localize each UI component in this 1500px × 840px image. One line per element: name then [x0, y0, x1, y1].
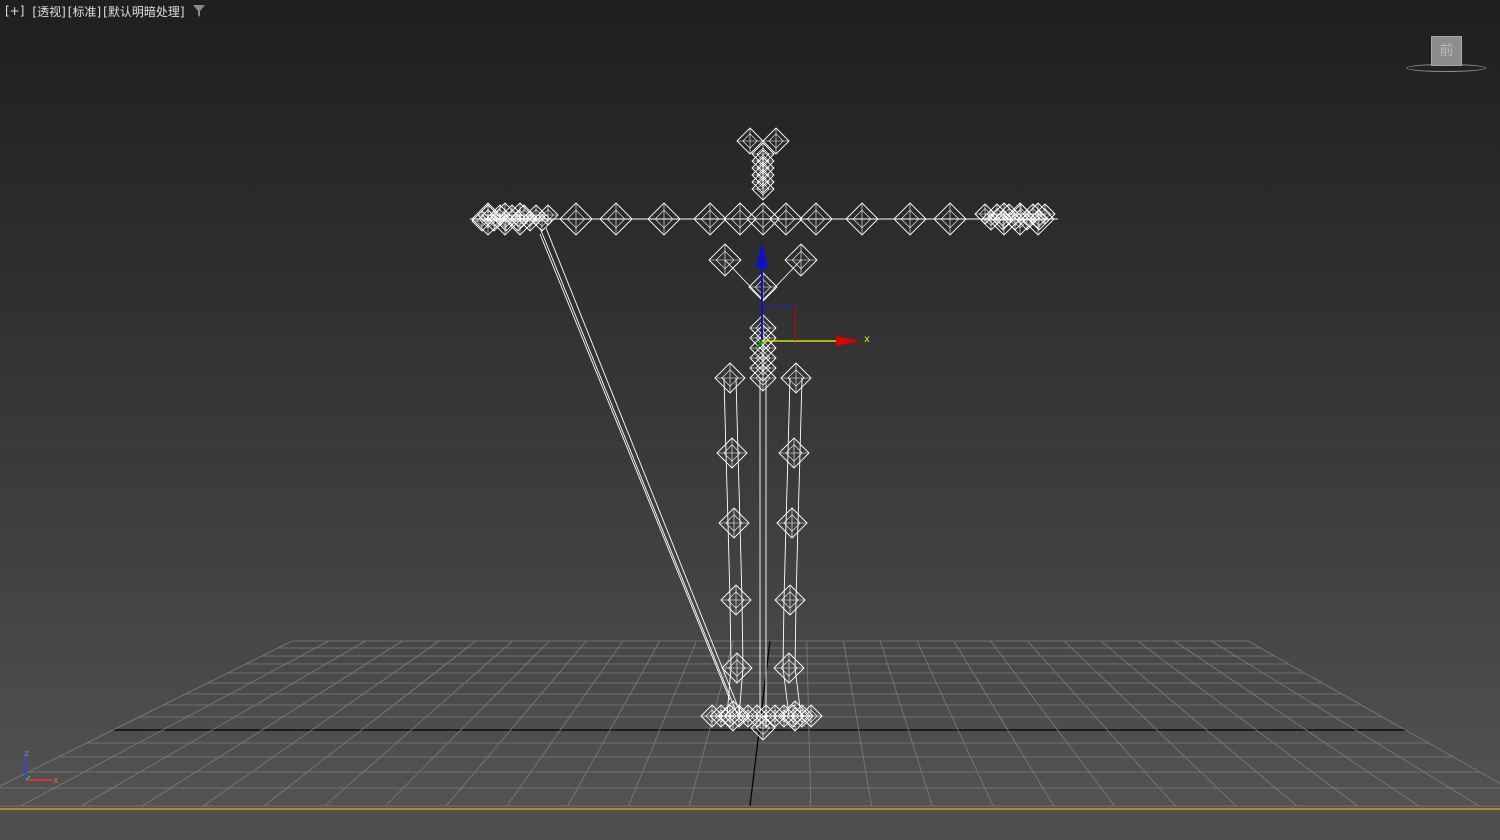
viewport-plus-menu[interactable]: [+] — [4, 4, 25, 18]
grid-line — [843, 640, 872, 807]
bone-hand-left[interactable] — [531, 210, 553, 232]
grid-line — [916, 640, 994, 807]
bone-hand-left[interactable] — [537, 204, 559, 226]
viewport-standard-menu[interactable]: [标准] — [67, 3, 102, 20]
grid-line — [324, 640, 513, 807]
grid-line — [1174, 640, 1419, 807]
grid-line — [1247, 640, 1500, 784]
tripod-x-label: x — [53, 776, 59, 786]
bone-hip-right[interactable] — [780, 362, 812, 394]
bone-leg-left-line — [727, 522, 731, 601]
grid-line — [142, 640, 403, 807]
filter-icon[interactable] — [192, 4, 206, 18]
viewport-label-menu: [+] [透视] [标准] [默认明暗处理] — [4, 3, 206, 19]
grid-line — [202, 640, 440, 807]
grid-line — [953, 640, 1055, 807]
bone-leg-right-line — [795, 522, 799, 601]
ik-line — [539, 233, 731, 701]
tripod-z-label: z — [24, 749, 29, 759]
grid-line — [20, 640, 329, 807]
viewport-shading-menu[interactable]: [默认明暗处理] — [102, 3, 185, 20]
world-axis-tripod: z x — [24, 749, 59, 786]
grid-line — [879, 640, 933, 807]
bone-head-right[interactable] — [762, 127, 790, 155]
timeline-strip[interactable] — [0, 808, 1500, 840]
gizmo-z-arrow[interactable] — [756, 242, 768, 268]
grid-line — [567, 640, 661, 807]
bone-neck[interactable] — [751, 177, 775, 201]
bone-leg-right[interactable] — [776, 507, 808, 539]
grid-line — [1100, 640, 1298, 807]
bone-leg-right[interactable] — [778, 437, 810, 469]
gizmo-x-arrow[interactable] — [836, 336, 860, 346]
viewport-view-menu[interactable]: [透视] — [31, 3, 66, 20]
perspective-viewport[interactable]: x [+] [透视] [标准] [默认明暗处理] 前 z x — [0, 0, 1500, 840]
bone-leg-right[interactable] — [773, 652, 805, 684]
bone-head-left[interactable] — [736, 127, 764, 155]
bone-foot[interactable] — [799, 704, 823, 728]
grid-line — [628, 640, 697, 807]
bone-leg-left-line — [739, 522, 743, 601]
view-cube-front-face[interactable]: 前 — [1431, 36, 1462, 66]
bone-leg-left[interactable] — [718, 507, 750, 539]
bone-leg-left[interactable] — [716, 437, 748, 469]
view-cube[interactable]: 前 — [1404, 34, 1488, 78]
grid-line — [1027, 640, 1176, 807]
grid-line — [1137, 640, 1358, 807]
grid-line — [990, 640, 1115, 807]
bone-leg-right[interactable] — [774, 584, 806, 616]
gizmo-x-label: x — [864, 334, 870, 345]
grid-line — [1211, 640, 1480, 807]
scene-svg[interactable]: x — [0, 0, 1500, 840]
gizmo-xz-plane[interactable] — [762, 306, 796, 341]
bone-leg-left[interactable] — [720, 584, 752, 616]
bone-chest-right — [762, 259, 802, 301]
move-gizmo[interactable]: x — [756, 242, 870, 349]
bone-leg-right-line — [783, 522, 787, 601]
bone-pelvis[interactable] — [749, 364, 777, 392]
grid-line — [81, 640, 366, 807]
bone-hip-left[interactable] — [714, 362, 746, 394]
grid-line — [263, 640, 477, 807]
ik-line — [539, 227, 739, 717]
